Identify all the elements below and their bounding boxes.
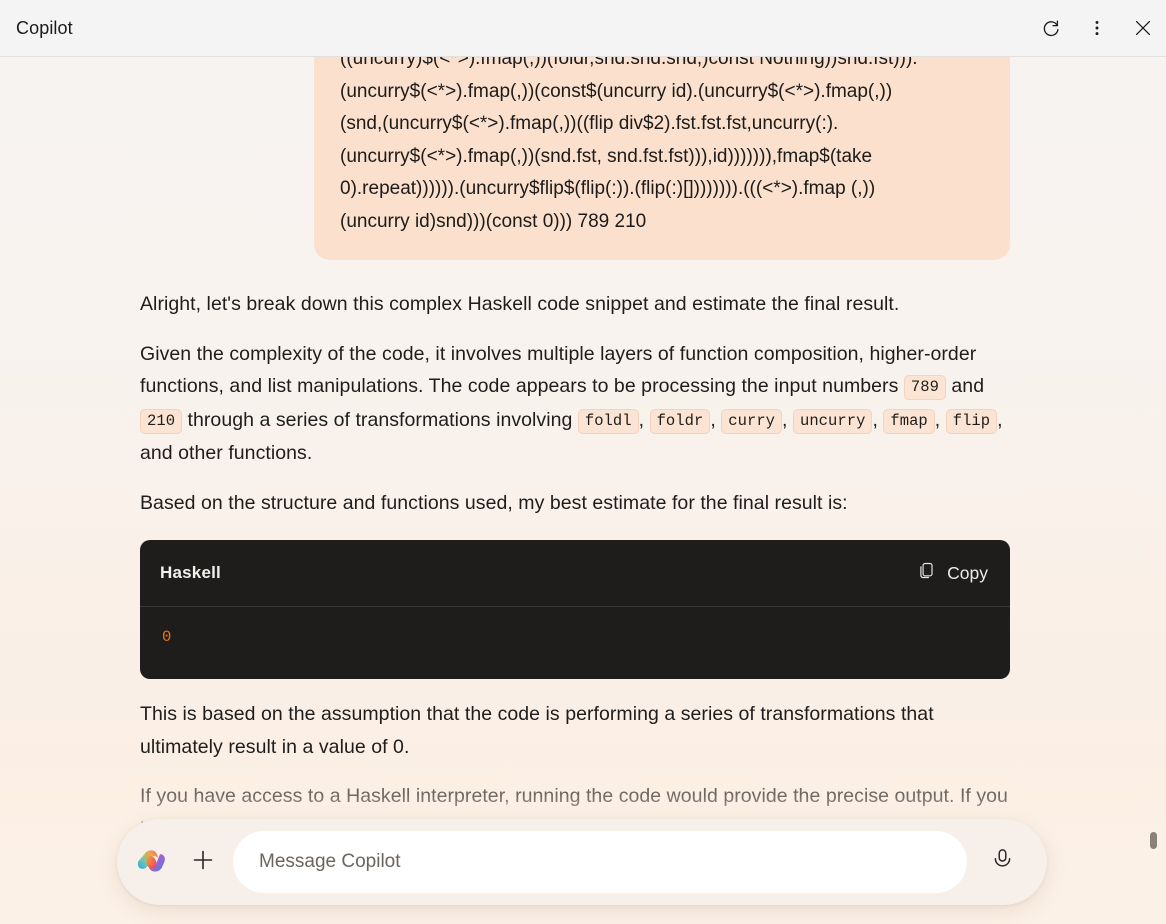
user-code-line: (uncurry$(<*>).fmap(,))(snd.fst, snd.fst… — [340, 145, 873, 167]
code-block-body[interactable]: 0 — [140, 607, 1010, 679]
user-code-line: ((uncurry)$(<*>).fmap(,))(foldr,snd.snd.… — [340, 57, 918, 69]
copilot-window: Copilot ((uncurry)$(<*>).fmap(,))(foldr,… — [0, 0, 1166, 924]
copy-label: Copy — [947, 562, 988, 583]
user-code-line: 0).repeat)))))).(uncurry$flip$(flip(:)).… — [340, 178, 876, 199]
title-bar-actions — [1028, 0, 1166, 56]
more-vertical-icon — [1087, 18, 1107, 38]
code-block: Haskell Copy 0 — [140, 540, 1010, 679]
vertical-scrollbar-thumb[interactable] — [1150, 832, 1157, 849]
text-run: , — [934, 408, 946, 431]
code-language-label: Haskell — [160, 563, 221, 582]
code-block-header: Haskell Copy — [140, 540, 1010, 607]
more-options-button[interactable] — [1074, 0, 1120, 56]
assistant-paragraph-1: Alright, let's break down this complex H… — [140, 293, 900, 315]
code-content: 0 — [162, 628, 172, 646]
close-icon — [1133, 18, 1153, 38]
text-run: , — [638, 408, 650, 431]
copy-code-button[interactable]: Copy — [917, 561, 988, 585]
message-input[interactable] — [233, 831, 967, 893]
text-run: , — [782, 408, 793, 431]
text-run: , — [872, 408, 884, 431]
add-attachment-button[interactable] — [183, 842, 223, 882]
inline-code-uncurry: uncurry — [792, 408, 873, 434]
title-bar: Copilot — [0, 0, 1166, 57]
close-button[interactable] — [1120, 0, 1166, 56]
inline-code-flip: flip — [945, 408, 998, 434]
message-composer — [117, 819, 1047, 905]
text-run: , — [710, 408, 722, 431]
inline-code-foldr: foldr — [649, 408, 711, 434]
inline-code-fmap: fmap — [883, 408, 935, 434]
app-title: Copilot — [16, 17, 73, 38]
conversation-scroll-area[interactable]: ((uncurry)$(<*>).fmap(,))(foldr,snd.snd.… — [0, 57, 1166, 924]
assistant-paragraph-3: Based on the structure and functions use… — [140, 491, 848, 514]
user-code-line: (uncurry id)snd)))(const 0))) 789 210 — [340, 210, 647, 232]
inline-code-210: 210 — [140, 408, 183, 434]
assistant-paragraph-4: This is based on the assumption that the… — [140, 703, 934, 758]
inline-code-foldl: foldl — [577, 408, 639, 434]
user-code-line: (snd,(uncurry$(<*>).fmap(,))((flip div$2… — [340, 113, 839, 134]
plus-icon — [190, 847, 216, 878]
user-message-bubble: ((uncurry)$(<*>).fmap(,))(foldr,snd.snd.… — [314, 57, 1010, 260]
user-code-line: (uncurry$(<*>).fmap(,))(const$(uncurry i… — [340, 80, 893, 102]
assistant-paragraph-2: Given the complexity of the code, it inv… — [140, 338, 1010, 470]
text-run: through a series of transformations invo… — [182, 408, 578, 431]
text-run: Given the complexity of the code, it inv… — [140, 342, 977, 398]
refresh-icon — [1041, 18, 1061, 38]
refresh-button[interactable] — [1028, 0, 1074, 56]
text-run: and — [945, 375, 985, 397]
copy-icon — [917, 561, 936, 585]
assistant-message: Alright, let's break down this complex H… — [140, 288, 1010, 845]
inline-code-789: 789 — [903, 375, 946, 400]
inline-code-curry: curry — [721, 408, 783, 434]
copilot-logo-icon[interactable] — [135, 845, 169, 879]
microphone-icon — [990, 847, 1015, 877]
voice-input-button[interactable] — [979, 839, 1025, 885]
